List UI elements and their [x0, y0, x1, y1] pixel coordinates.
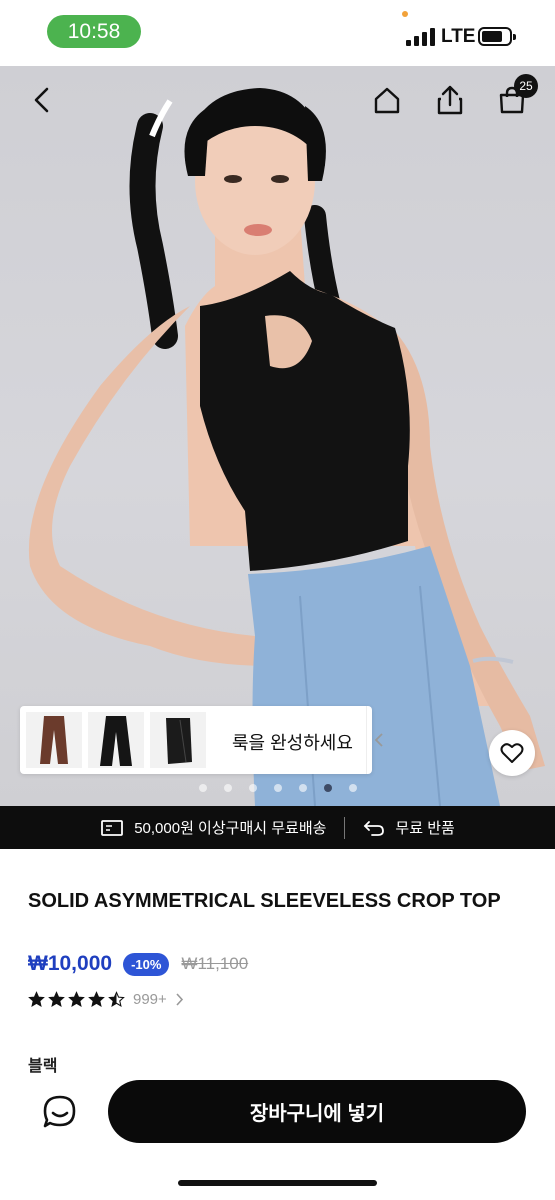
complete-the-look-label: 룩을 완성하세요: [232, 733, 353, 753]
home-indicator: [178, 1180, 377, 1186]
free-shipping-text: 50,000원 이상구매시 무료배송: [134, 820, 327, 837]
star-icon: [28, 991, 45, 1007]
star-icon: [48, 991, 65, 1007]
star-icon: [88, 991, 105, 1007]
black-pants-image: [100, 716, 132, 766]
benefits-bar: 50,000원 이상구매시 무료배송 무료 반품: [0, 806, 555, 849]
chevron-left-icon: [374, 733, 383, 747]
brand-name[interactable]: 블랙: [28, 1052, 57, 1076]
chat-icon: [43, 1095, 76, 1128]
rating-row[interactable]: 999+: [28, 991, 184, 1008]
carousel-dot[interactable]: [223, 784, 232, 792]
cart-count-badge: 25: [514, 74, 538, 98]
wishlist-button[interactable]: [489, 730, 535, 776]
star-icon: [108, 991, 125, 1007]
carousel-dot[interactable]: [273, 784, 282, 792]
look-item-pants-black[interactable]: [88, 712, 144, 768]
back-icon: [34, 87, 49, 113]
complete-the-look-card[interactable]: 룩을 완성하세요: [20, 706, 383, 774]
share-icon: [437, 85, 463, 115]
free-returns-text: 무료 반품: [395, 820, 455, 837]
carousel-dot[interactable]: [248, 784, 257, 792]
star-icon: [68, 991, 85, 1007]
back-button[interactable]: [22, 80, 62, 120]
original-price: ₩11,100: [181, 954, 249, 973]
carousel-dot[interactable]: [198, 784, 207, 792]
battery-icon: [478, 27, 516, 46]
network-label: LTE: [441, 26, 476, 47]
home-icon: [374, 87, 400, 114]
divider: [344, 816, 346, 839]
brown-pants-image: [40, 716, 68, 764]
look-item-skirt-black[interactable]: [150, 712, 206, 768]
look-item-pants-brown[interactable]: [26, 712, 82, 768]
product-photo: [28, 88, 545, 806]
product-image-carousel[interactable]: [0, 66, 555, 806]
sale-price: ₩10,000: [28, 952, 113, 975]
discount-badge: -10%: [123, 952, 170, 976]
heart-icon: [500, 743, 524, 763]
free-shipping-info: 50,000원 이상구매시 무료배송: [100, 817, 326, 838]
status-time: 10:58: [47, 15, 141, 48]
status-bar: 10:58 LTE: [0, 0, 555, 66]
product-title: SOLID ASYMMETRICAL SLEEVELESS CROP TOP: [28, 890, 501, 912]
reviews-link[interactable]: [175, 992, 184, 1007]
price-row: ₩10,000 -10% ₩11,100: [28, 952, 248, 976]
return-icon: [364, 820, 385, 836]
carousel-dot[interactable]: [323, 784, 332, 792]
black-skirt-image: [166, 718, 192, 764]
add-to-cart-button[interactable]: 장바구니에 넣기: [108, 1080, 526, 1143]
star-rating: [28, 991, 125, 1008]
review-count: 999+: [133, 991, 167, 1008]
shipping-icon: [101, 819, 124, 836]
look-collapse-button[interactable]: [366, 706, 390, 774]
chevron-right-icon: [176, 993, 183, 1006]
chat-button[interactable]: [40, 1092, 80, 1132]
carousel-dot[interactable]: [298, 784, 307, 792]
privacy-indicator-dot: [402, 11, 408, 17]
carousel-pagination: [0, 784, 555, 796]
carousel-dot[interactable]: [348, 784, 357, 792]
home-button[interactable]: [367, 80, 407, 120]
free-returns-info: 무료 반품: [363, 817, 455, 838]
share-button[interactable]: [430, 80, 470, 120]
signal-icon: [406, 28, 436, 46]
